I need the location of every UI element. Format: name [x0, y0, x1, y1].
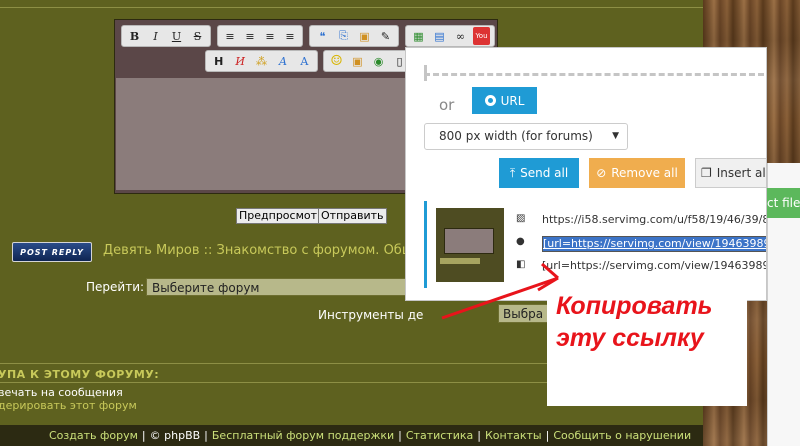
footer-link-phpbb[interactable]: © phpBB: [150, 429, 201, 442]
image-icon[interactable]: ▦: [410, 27, 427, 45]
image-icon: ▨: [516, 213, 526, 224]
media-toolbar: ▦ ▤ ∞ You: [405, 25, 495, 47]
copy-icon: ❐: [700, 166, 712, 180]
footer-link-report[interactable]: Сообщить о нарушении: [553, 429, 691, 442]
palette-icon[interactable]: ⁂: [253, 52, 270, 70]
link-page-icon[interactable]: ⎘: [335, 27, 352, 45]
comment-icon: ●: [516, 236, 525, 247]
globe-icon: [484, 95, 496, 106]
separator: |: [204, 429, 208, 442]
send-all-label: Send all: [520, 166, 569, 180]
align-right-icon[interactable]: ≡: [262, 27, 278, 45]
footer-link-create-forum[interactable]: Создать форум: [49, 429, 138, 442]
smiley-icon[interactable]: ☺: [328, 52, 345, 70]
permission-line: дерировать этот форум: [0, 399, 137, 412]
note-icon[interactable]: ▣: [356, 27, 373, 45]
strike-button[interactable]: S: [189, 27, 206, 45]
permission-line: вечать на сообщения: [0, 386, 123, 399]
separator: |: [545, 429, 550, 442]
insert-toolbar: ❝ ⎘ ▣ ✎: [309, 25, 399, 47]
quote-icon[interactable]: ❝: [314, 27, 331, 45]
dropzone-border: [424, 73, 764, 76]
submit-button[interactable]: Отправить: [318, 208, 387, 224]
upload-icon: ⤒: [509, 165, 516, 180]
link-icon[interactable]: ∞: [452, 27, 469, 45]
separator: |: [477, 429, 481, 442]
remove-all-button[interactable]: ⊘ Remove all: [589, 158, 685, 188]
breadcrumb[interactable]: Девять Миров :: Знакомство с форумом. Об…: [103, 243, 414, 258]
separator: |: [398, 429, 402, 442]
size-select[interactable]: 800 px width (for forums) ▼: [424, 123, 628, 150]
post-reply-button[interactable]: POST REPLY: [12, 242, 92, 262]
size-select-value: 800 px width (for forums): [439, 129, 593, 143]
align-left-icon[interactable]: ≡: [222, 27, 238, 45]
align-justify-icon[interactable]: ≡: [282, 27, 298, 45]
divider: [0, 7, 703, 8]
font-color-icon[interactable]: И: [231, 52, 248, 70]
separator: |: [141, 429, 146, 442]
align-toolbar: ≡ ≡ ≡ ≡: [217, 25, 303, 47]
font-toolbar: H И ⁂ A A: [205, 50, 318, 72]
tools-label: Инструменты де: [318, 308, 424, 322]
goto-label: Перейти:: [86, 280, 145, 294]
remove-all-label: Remove all: [611, 166, 678, 180]
insert-all-label: Insert all: [716, 166, 767, 180]
ban-icon: ⊘: [596, 166, 607, 180]
emoji-list-icon[interactable]: ▣: [349, 52, 366, 70]
annotation-arrow: [441, 262, 559, 320]
arrow-head: [541, 262, 559, 280]
preview-button[interactable]: Предпросмотр: [236, 208, 327, 224]
footer-link-support[interactable]: Бесплатный форум поддержки: [212, 429, 394, 442]
youtube-icon[interactable]: You: [473, 27, 490, 45]
arrow-line: [441, 276, 559, 320]
send-all-button[interactable]: ⤒ Send all: [499, 158, 579, 188]
upload-image-icon[interactable]: ▤: [431, 27, 448, 45]
bold-button[interactable]: B: [126, 27, 143, 45]
underline-button[interactable]: U: [168, 27, 185, 45]
align-center-icon[interactable]: ≡: [242, 27, 258, 45]
spoiler-icon[interactable]: ◉: [370, 52, 387, 70]
url-button-label: URL: [500, 93, 525, 108]
pen-icon[interactable]: ✎: [377, 27, 394, 45]
insert-all-button[interactable]: ❐ Insert all: [695, 158, 767, 188]
divider: [0, 363, 560, 364]
caret-down-icon: ▼: [612, 131, 619, 141]
font-size-icon[interactable]: A: [296, 52, 313, 70]
select-files-button[interactable]: ct files: [767, 188, 800, 218]
permissions-heading: УПА К ЭТОМУ ФОРУМУ:: [0, 368, 160, 381]
url-button[interactable]: URL: [472, 87, 537, 114]
divider: [0, 382, 560, 383]
heading-button[interactable]: H: [210, 52, 227, 70]
format-toolbar: B I U S: [121, 25, 211, 47]
goto-forum-select[interactable]: Выберите форум: [146, 278, 411, 296]
font-icon[interactable]: A: [274, 52, 291, 70]
footer-link-stats[interactable]: Статистика: [406, 429, 473, 442]
footer-links: Создать форум | © phpBB | Бесплатный форум п…: [49, 429, 691, 442]
extra-toolbar: ☺ ▣ ◉ ▯: [323, 50, 413, 72]
direct-link[interactable]: https://i58.servimg.com/u/f58/19/46/39/8…: [542, 213, 766, 227]
footer-link-contacts[interactable]: Контакты: [485, 429, 542, 442]
italic-button[interactable]: I: [147, 27, 164, 45]
or-label: or: [439, 96, 455, 114]
